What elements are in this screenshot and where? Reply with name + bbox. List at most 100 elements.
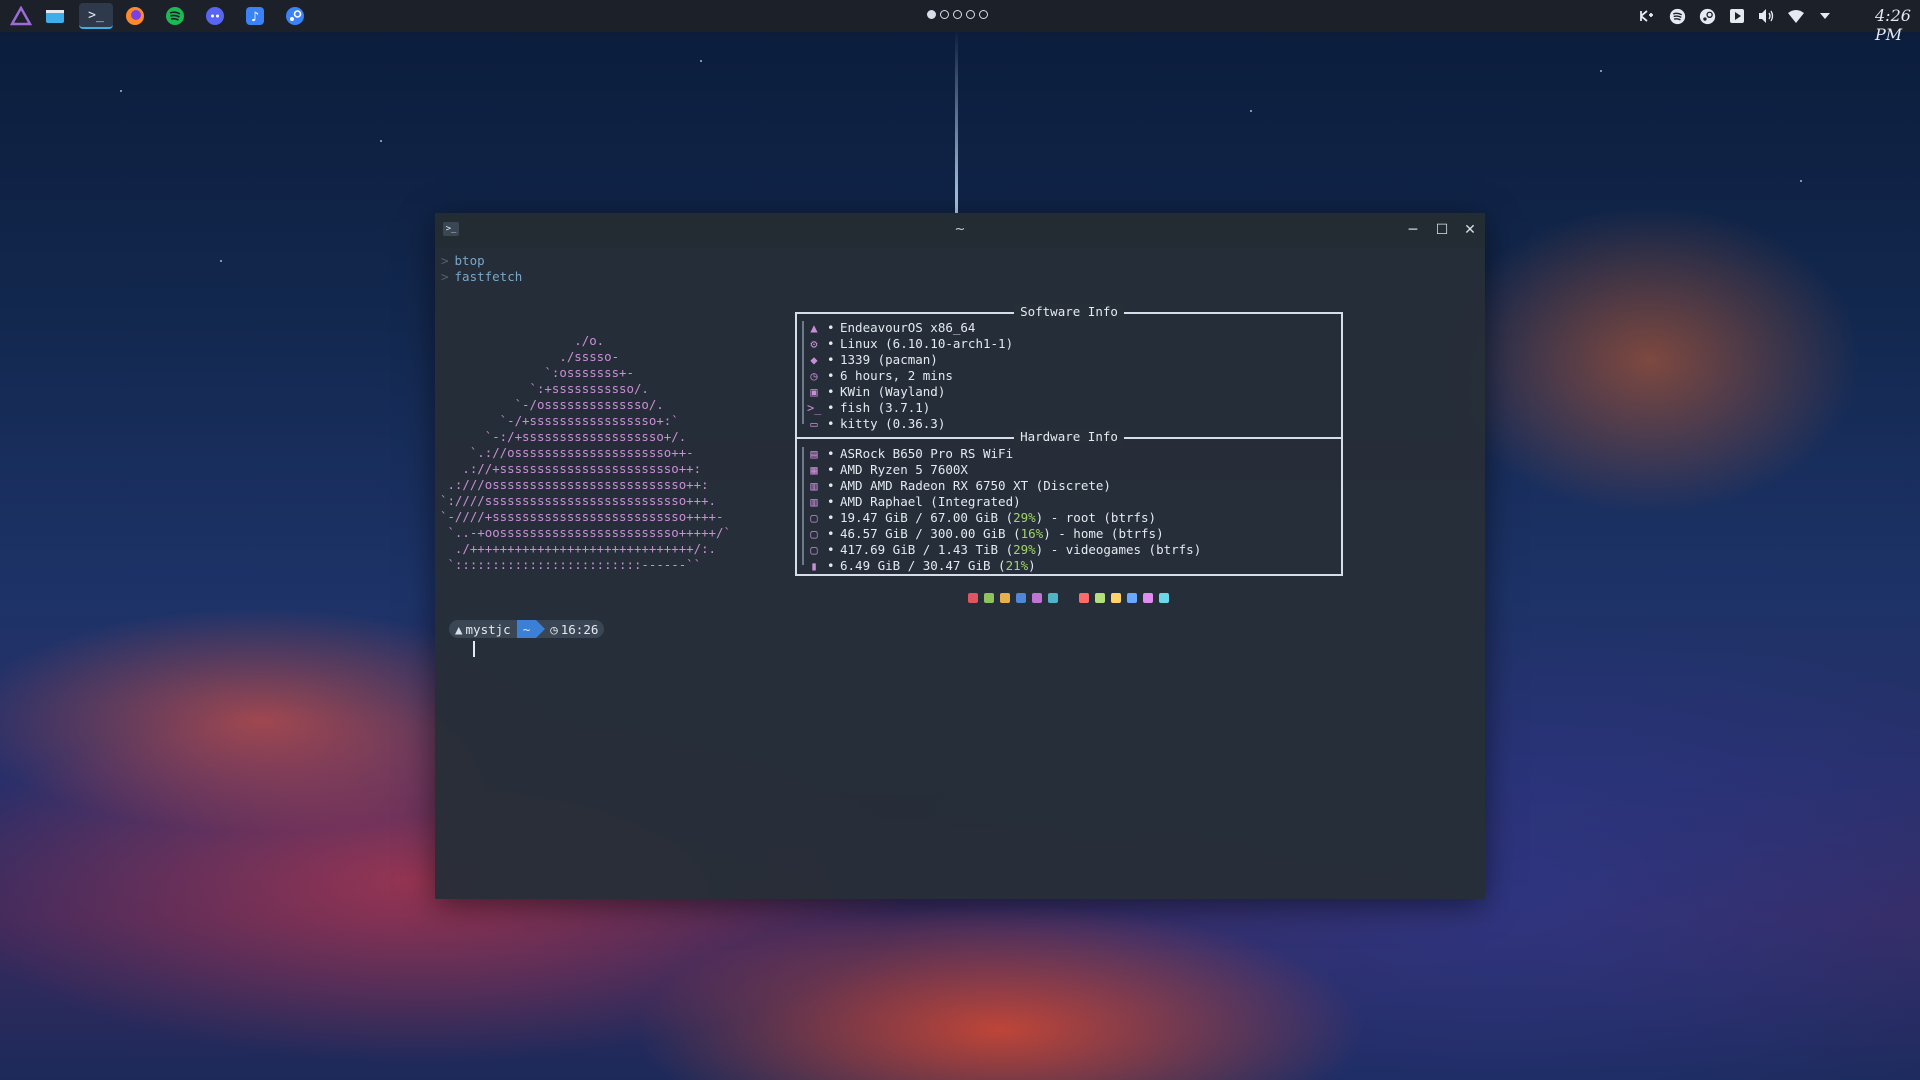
hardware-info-row: ▥ • AMD Raphael (Integrated) [795, 494, 1335, 510]
terminal-icon[interactable]: >_ [79, 3, 113, 29]
color-swatch [1048, 593, 1058, 603]
color-palette-bright [1079, 593, 1169, 603]
distro-icon: ▲ [455, 621, 463, 637]
hardware-info-row: ▢ • 417.69 GiB / 1.43 TiB (29%) - videogam… [795, 542, 1335, 558]
software-info-row: ▲ • EndeavourOS x86_64 [795, 320, 1335, 336]
wifi-tray-icon[interactable] [1786, 6, 1806, 26]
star [1600, 70, 1602, 72]
kernel-icon: ⚙ [810, 337, 818, 351]
info-value-suffix: ) [1028, 558, 1036, 573]
application-launcher-icon[interactable] [6, 3, 36, 29]
disk-icon: ▢ [810, 527, 818, 541]
file-manager-icon[interactable] [40, 3, 70, 29]
color-swatch [968, 593, 978, 603]
shell-prompt: ▲ mystjc ~ ◷ 16:26 [449, 620, 605, 638]
prompt-time: 16:26 [560, 621, 599, 637]
virtual-desktop-pager[interactable] [927, 10, 988, 19]
distro-ascii-logo: ./o. ./sssso- `:osssssss+- `:+ssssssssss… [440, 333, 731, 572]
history-command: fastfetch [454, 269, 523, 284]
kdeconnect-tray-icon[interactable] [1637, 6, 1657, 26]
disk-icon: ▢ [810, 543, 818, 557]
hardware-info-row: ▤ • ASRock B650 Pro RS WiFi [795, 446, 1335, 462]
spotify-tray-icon[interactable] [1667, 6, 1687, 26]
info-value: AMD AMD Radeon RX 6750 XT (Discrete) [840, 478, 1111, 494]
info-value: EndeavourOS x86_64 [840, 320, 976, 335]
desktop-2-indicator[interactable] [940, 10, 949, 19]
software-info-title: Software Info [1014, 304, 1124, 319]
uptime-icon: ◷ [810, 369, 818, 383]
svg-text:♪: ♪ [251, 10, 259, 25]
distro-icon: ▲ [810, 321, 818, 335]
steam-tray-icon[interactable] [1697, 6, 1717, 26]
shell-icon: >_ [807, 401, 822, 415]
history-line: > btop [441, 253, 485, 268]
info-value: 6.49 GiB / 30.47 GiB (21%) [840, 558, 1036, 574]
chevron-down-icon[interactable] [1815, 6, 1835, 26]
desktop-4-indicator[interactable] [966, 10, 975, 19]
terminal-window[interactable]: >_ ~ ─ ☐ ✕ > btop > fastfetch ./o. ./sssso… [435, 213, 1485, 899]
hardware-info-row: ▢ • 19.47 GiB / 67.00 GiB (29%) - root (bt… [795, 510, 1335, 526]
maximize-button[interactable]: ☐ [1433, 221, 1451, 239]
info-value: 6 hours, 2 mins [840, 368, 953, 383]
hardware-info-row: ▢ • 46.57 GiB / 300.00 GiB (16%) - home (b… [795, 526, 1335, 542]
cpu-icon: ▦ [810, 463, 818, 477]
star [700, 60, 702, 62]
info-value-text: ASRock B650 Pro RS WiFi [840, 446, 1014, 461]
software-info-list: ▲ • EndeavourOS x86_64 ⚙ • Linux (6.10.10-arc… [795, 320, 1335, 432]
volume-tray-icon[interactable] [1756, 6, 1776, 26]
star [1800, 180, 1802, 182]
info-value: fish (3.7.1) [840, 400, 931, 415]
info-value: Linux (6.10.10-arch1-1) [840, 336, 1014, 351]
prompt-username: mystjc [465, 621, 511, 637]
close-button[interactable]: ✕ [1461, 221, 1479, 239]
info-value: 1339 (pacman) [840, 352, 938, 367]
software-info-row: ⚙ • Linux (6.10.10-arch1-1) [795, 336, 1335, 352]
info-value-suffix: ) - root (btrfs) [1035, 510, 1157, 525]
info-value-text: AMD Ryzen 5 7600X [840, 462, 968, 477]
info-value-text: 6.49 GiB / 30.47 GiB ( [840, 558, 1006, 573]
desktop-3-indicator[interactable] [953, 10, 962, 19]
info-value-text: AMD AMD Radeon RX 6750 XT (Discrete) [840, 478, 1111, 493]
prompt-time-segment: ◷ 16:26 [536, 620, 605, 638]
star [220, 260, 222, 262]
disk-icon: ▢ [810, 511, 818, 525]
spotify-icon[interactable] [160, 3, 190, 29]
sky-light-beam [955, 30, 958, 220]
hardware-info-row: ▮ • 6.49 GiB / 30.47 GiB (21%) [795, 558, 1335, 574]
info-value: KWin (Wayland) [840, 384, 946, 399]
steam-icon[interactable] [280, 3, 310, 29]
discord-icon[interactable] [200, 3, 230, 29]
window-titlebar[interactable]: >_ ~ ─ ☐ ✕ [435, 213, 1485, 248]
board-icon: ▤ [810, 447, 818, 461]
clock-icon: ◷ [550, 621, 558, 637]
color-swatch [984, 593, 994, 603]
wm-icon: ▣ [810, 385, 818, 399]
software-info-row: >_ • fish (3.7.1) [807, 400, 931, 415]
info-value: 417.69 GiB / 1.43 TiB (29%) - videogames… [840, 542, 1201, 558]
history-line: > fastfetch [441, 269, 523, 284]
info-value: ASRock B650 Pro RS WiFi [840, 446, 1013, 462]
color-swatch [1159, 593, 1169, 603]
media-player-tray-icon[interactable] [1727, 6, 1747, 26]
usage-percent: 29% [1013, 542, 1036, 557]
minimize-button[interactable]: ─ [1404, 221, 1422, 239]
clock[interactable]: 4:26 PM [1875, 6, 1920, 44]
desktop-5-indicator[interactable] [979, 10, 988, 19]
software-info-row: ◷ • 6 hours, 2 mins [795, 368, 1335, 384]
text-cursor[interactable] [473, 641, 475, 657]
hardware-info-title: Hardware Info [1014, 429, 1124, 444]
color-palette-normal [968, 593, 1058, 603]
taskbar: >_ ♪ 4:26 PM [0, 0, 1920, 44]
desktop-1-indicator[interactable] [927, 10, 936, 19]
info-value-text: 19.47 GiB / 67.00 GiB ( [840, 510, 1014, 525]
packages-icon: ◆ [810, 353, 818, 367]
firefox-icon[interactable] [120, 3, 150, 29]
prompt-user-segment: ▲ mystjc [449, 620, 517, 638]
gpu-icon: ▥ [810, 495, 818, 509]
color-swatch [1016, 593, 1026, 603]
software-info-row: ▣ • KWin (Wayland) [795, 384, 1335, 400]
color-swatch [1079, 593, 1089, 603]
info-value: AMD Ryzen 5 7600X [840, 462, 968, 478]
prompt-directory: ~ [522, 621, 531, 637]
music-app-icon[interactable]: ♪ [240, 3, 270, 29]
